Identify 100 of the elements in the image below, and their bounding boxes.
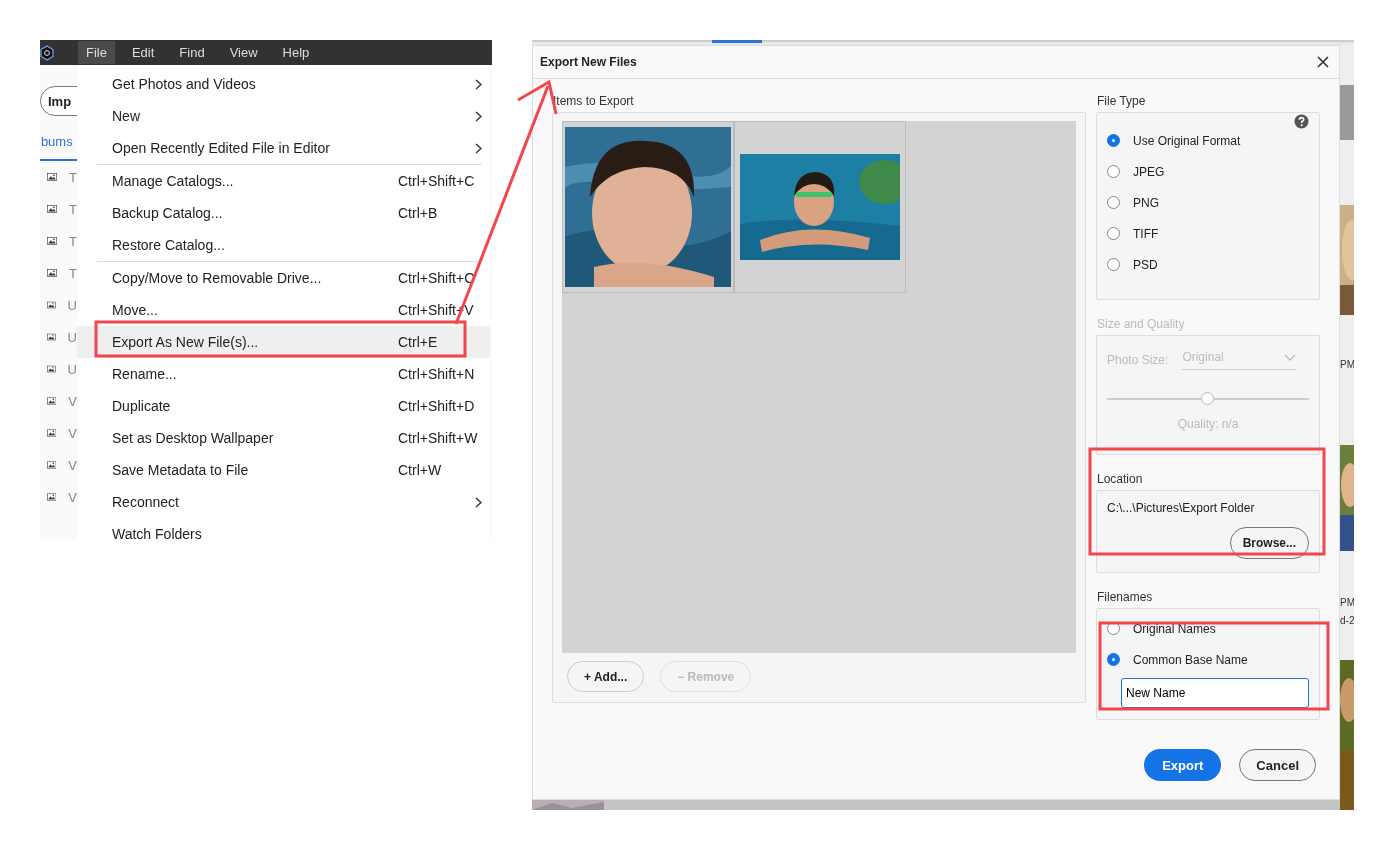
radio-option[interactable]: PNG bbox=[1107, 187, 1309, 218]
menu-item[interactable]: Set as Desktop Wallpaper Ctrl+Shift+W bbox=[77, 422, 490, 454]
radio-option[interactable]: JPEG bbox=[1107, 156, 1309, 187]
shortcut-label: Ctrl+E bbox=[398, 334, 438, 350]
menu-item[interactable]: Rename... Ctrl+Shift+N bbox=[77, 358, 490, 390]
menu-item[interactable]: Manage Catalogs... Ctrl+Shift+C bbox=[77, 165, 490, 197]
radio-option[interactable]: PSD bbox=[1107, 249, 1309, 280]
app-logo-icon bbox=[40, 44, 54, 61]
chevron-down-icon bbox=[1284, 353, 1297, 361]
base-name-field[interactable]: New Name bbox=[1121, 678, 1309, 708]
quality-slider[interactable] bbox=[1107, 392, 1309, 406]
image-icon bbox=[47, 363, 56, 375]
chevron-right-icon bbox=[475, 78, 482, 90]
image-icon bbox=[47, 235, 58, 247]
album-name: U bbox=[67, 297, 77, 313]
album-name: T bbox=[69, 201, 77, 217]
menu-bar-item[interactable]: View bbox=[221, 41, 266, 64]
radio-button[interactable] bbox=[1107, 258, 1120, 271]
album-name: V bbox=[68, 425, 77, 441]
menu-item-label: Get Photos and Videos bbox=[112, 76, 256, 92]
radio-button[interactable] bbox=[1107, 165, 1120, 178]
shortcut-label: Ctrl+Shift+N bbox=[398, 366, 475, 382]
file-name: d-2 bbox=[1340, 615, 1354, 626]
menu-item[interactable]: Restore Catalog... bbox=[77, 229, 490, 261]
menu-bar-item[interactable]: File bbox=[78, 41, 115, 64]
menu-item[interactable]: New bbox=[77, 100, 490, 132]
radio-option[interactable]: Use Original Format bbox=[1107, 125, 1309, 156]
chevron-right-icon bbox=[475, 142, 482, 154]
menu-item-label: Reconnect bbox=[112, 494, 179, 510]
image-icon bbox=[47, 331, 56, 343]
cancel-button[interactable]: Cancel bbox=[1239, 749, 1316, 781]
export-button[interactable]: Export bbox=[1144, 749, 1222, 781]
radio-option[interactable]: Original Names bbox=[1107, 613, 1309, 644]
menu-bar-item[interactable]: Edit bbox=[123, 41, 163, 64]
time-label: PM bbox=[1340, 359, 1354, 370]
menu-item-label: Open Recently Edited File in Editor bbox=[112, 140, 330, 156]
thumbnail[interactable] bbox=[734, 121, 906, 293]
option-label: Common Base Name bbox=[1133, 652, 1248, 667]
menu-item-label: Backup Catalog... bbox=[112, 205, 223, 221]
radio-option[interactable]: Common Base Name bbox=[1107, 644, 1309, 675]
menu-item-label: Set as Desktop Wallpaper bbox=[112, 430, 274, 446]
menu-item[interactable]: Save Metadata to File Ctrl+W bbox=[77, 454, 490, 486]
menu-item-label: Export As New File(s)... bbox=[112, 334, 259, 350]
image-icon bbox=[47, 171, 58, 183]
option-label: PSD bbox=[1133, 257, 1158, 272]
menu-item[interactable]: Backup Catalog... Ctrl+B bbox=[77, 197, 490, 229]
album-name: T bbox=[69, 265, 77, 281]
album-name: T bbox=[69, 169, 77, 185]
section-label: File Type bbox=[1097, 94, 1147, 108]
close-button[interactable] bbox=[1315, 54, 1331, 70]
image-icon bbox=[47, 459, 57, 471]
menu-bar-item[interactable]: Help bbox=[274, 41, 318, 64]
section-label: Filenames bbox=[1097, 590, 1154, 604]
toolbar-panel bbox=[1340, 85, 1354, 140]
album-name: V bbox=[68, 457, 77, 473]
menu-bar-item[interactable]: Find bbox=[171, 41, 213, 64]
dialog-title: Export New Files bbox=[540, 55, 637, 69]
import-button[interactable]: Imp bbox=[40, 86, 77, 116]
menu-item[interactable]: Watch Folders bbox=[77, 518, 490, 540]
menu-item[interactable]: Open Recently Edited File in Editor bbox=[77, 132, 490, 164]
image-icon bbox=[47, 427, 57, 439]
image-icon bbox=[47, 491, 57, 503]
menu-item[interactable]: Export As New File(s)... Ctrl+E bbox=[77, 326, 490, 358]
chevron-right-icon bbox=[475, 110, 482, 122]
album-name: U bbox=[67, 361, 77, 377]
folder-path: C:\...\Pictures\Export Folder bbox=[1107, 501, 1256, 515]
menu-item-label: Manage Catalogs... bbox=[112, 173, 234, 189]
image-icon bbox=[47, 395, 57, 407]
photo-size-label: Photo Size: bbox=[1107, 353, 1169, 367]
image-icon bbox=[47, 203, 58, 215]
section-label: Items to Export bbox=[553, 94, 635, 108]
image-icon bbox=[47, 299, 56, 311]
radio-button[interactable] bbox=[1107, 653, 1120, 666]
option-label: JPEG bbox=[1133, 164, 1165, 179]
option-label: Use Original Format bbox=[1133, 133, 1241, 148]
quality-label: Quality: n/a bbox=[1176, 417, 1240, 431]
radio-button[interactable] bbox=[1107, 227, 1120, 240]
album-name: T bbox=[69, 233, 77, 249]
menu-item-label: Save Metadata to File bbox=[112, 462, 249, 478]
shortcut-label: Ctrl+Shift+W bbox=[398, 430, 478, 446]
radio-option[interactable]: TIFF bbox=[1107, 218, 1309, 249]
menu-item-label: Move... bbox=[112, 302, 158, 318]
menu-item-label: New bbox=[112, 108, 140, 124]
album-name: U bbox=[67, 329, 77, 345]
menu-item[interactable]: Duplicate Ctrl+Shift+D bbox=[77, 390, 490, 422]
option-label: PNG bbox=[1133, 195, 1159, 210]
menu-item[interactable]: Get Photos and Videos bbox=[77, 68, 490, 100]
radio-button[interactable] bbox=[1107, 134, 1120, 147]
image-icon bbox=[47, 267, 58, 279]
menu-item-label: Copy/Move to Removable Drive... bbox=[112, 270, 322, 286]
shortcut-label: Ctrl+W bbox=[398, 462, 442, 478]
menu-item[interactable]: Reconnect bbox=[77, 486, 490, 518]
radio-button[interactable] bbox=[1107, 196, 1120, 209]
menu-item-label: Rename... bbox=[112, 366, 177, 382]
section-label: Size and Quality bbox=[1097, 317, 1186, 331]
help-icon[interactable] bbox=[1294, 114, 1309, 129]
menu-item-label: Duplicate bbox=[112, 398, 171, 414]
shortcut-label: Ctrl+B bbox=[398, 205, 438, 221]
add-button[interactable]: + Add... bbox=[567, 661, 645, 692]
option-label: TIFF bbox=[1133, 226, 1159, 241]
